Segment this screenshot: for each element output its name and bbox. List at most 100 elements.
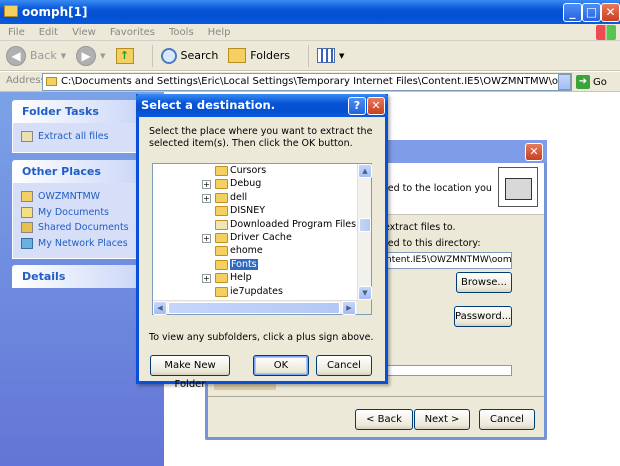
dialog-help-button[interactable]: ? [348,97,366,115]
tree-item-label: ie7updates [230,285,283,297]
ok-button[interactable]: OK [253,355,309,376]
scroll-left-button[interactable]: ◀ [153,301,167,315]
menu-favorites[interactable]: Favorites [110,27,155,38]
window-titlebar[interactable]: oomph[1] _ □ ✕ [0,0,620,24]
forward-arrow-icon: ▶ [76,45,97,66]
menu-file[interactable]: File [8,27,25,38]
documents-folder-icon [21,206,33,218]
browse-button[interactable]: Browse... [456,272,512,293]
expand-plus-icon[interactable]: + [202,193,211,203]
folder-tasks-title[interactable]: Folder Tasks [12,100,152,123]
place-network-link[interactable]: My Network Places [21,236,143,252]
tree-vertical-scrollbar[interactable]: ▲ ▼ [357,164,372,300]
folder-icon [215,219,228,230]
folder-tasks-panel: Folder Tasks Extract all files [12,100,152,153]
place-my-documents-link[interactable]: My Documents [21,205,143,221]
tree-item[interactable]: + Help [153,272,358,285]
wizard-path-input[interactable]: ntent.IE5\OWZMNTMW\oomph[1] [384,252,512,269]
tree-item[interactable]: + dell [153,192,358,205]
folder-icon [21,191,33,203]
place-owzmntmw-link[interactable]: OWZMNTMW [21,189,143,205]
details-title[interactable]: Details [12,265,152,288]
dialog-cancel-button[interactable]: Cancel [316,355,372,376]
folder-icon [215,179,228,190]
tree-item-label: DISNEY [230,205,266,217]
folder-tree[interactable]: Cursors + Debug + dell DISNEY Downloaded Progr… [152,163,372,315]
expand-plus-icon[interactable]: + [202,180,211,190]
extract-all-link[interactable]: Extract all files [21,129,143,145]
scrollbar-corner [357,300,371,314]
menu-help[interactable]: Help [208,27,231,38]
address-bar: Address C:\Documents and Settings\Eric\L… [0,72,620,92]
tree-item[interactable]: Cursors [153,165,358,178]
tree-item[interactable]: DISNEY [153,205,358,218]
folder-icon [215,246,228,257]
minimize-button[interactable]: _ [563,3,582,22]
search-label: Search [180,49,219,62]
views-icon [317,48,336,63]
tree-item-label: Driver Cache [230,232,292,243]
tree-item-label: dell [230,191,248,203]
toolbar: ◀ Back ▼ ▶ ▼ ↑ Search Folders ▼ [0,41,620,71]
tree-item[interactable]: + Driver Cache [153,232,358,245]
toolbar-separator [308,44,310,67]
go-button[interactable]: ➜ Go [576,74,616,90]
back-button[interactable]: ◀ Back ▼ [6,43,66,69]
views-button[interactable]: ▼ [317,43,344,69]
zip-folder-icon [498,167,538,207]
dialog-instruction: Select the place where you want to extra… [149,126,373,149]
other-places-title[interactable]: Other Places [12,160,152,183]
window-title: oomph[1] [22,5,88,19]
scroll-up-button[interactable]: ▲ [358,164,372,178]
make-new-folder-button[interactable]: Make New Folder [150,355,230,390]
windows-logo-icon [596,25,616,40]
scroll-down-button[interactable]: ▼ [358,286,372,300]
expand-plus-icon[interactable]: + [202,234,211,243]
maximize-button[interactable]: □ [582,3,601,22]
tree-item[interactable]: Downloaded Program Files [153,219,358,232]
wizard-header-text: ted to the location you [384,183,492,194]
folder-icon [215,206,228,217]
address-input[interactable]: C:\Documents and Settings\Eric\Local Set… [42,73,572,91]
menu-tools[interactable]: Tools [169,27,194,38]
close-button[interactable]: ✕ [601,3,620,22]
scroll-right-button[interactable]: ▶ [342,301,356,315]
tree-item-label: Help [230,272,252,284]
wizard-next-button[interactable]: Next > [414,409,470,430]
menu-view[interactable]: View [72,27,96,38]
tree-item-label: Cursors [230,165,267,176]
folder-icon [215,273,228,284]
address-dropdown-button[interactable] [558,74,571,90]
place-shared-documents-link[interactable]: Shared Documents [21,220,143,236]
dialog-hint: To view any subfolders, click a plus sig… [149,332,374,343]
up-button[interactable]: ↑ [115,43,134,69]
folder-icon [215,166,228,176]
up-folder-icon: ↑ [115,47,134,64]
password-button[interactable]: Password... [454,306,512,327]
extract-all-label: Extract all files [38,131,109,143]
menu-edit[interactable]: Edit [39,27,58,38]
wizard-close-button[interactable]: ✕ [525,143,543,161]
chevron-down-icon: ▼ [100,51,106,60]
search-button[interactable]: Search [160,43,219,69]
folders-icon [228,48,247,63]
network-places-icon [21,237,33,249]
wizard-back-button[interactable]: < Back [355,409,413,430]
forward-button[interactable]: ▶ ▼ [76,43,106,69]
toolbar-separator [151,44,153,67]
tree-horizontal-scrollbar[interactable]: ◀ ▶ [153,300,357,315]
place-label: OWZMNTMW [38,191,101,203]
scroll-thumb[interactable] [359,218,371,232]
scroll-thumb[interactable] [168,302,340,314]
place-label: Shared Documents [38,222,129,234]
folders-button[interactable]: Folders [228,43,290,69]
tree-item[interactable]: ehome [153,245,358,258]
tree-item[interactable]: ie7updates [153,286,358,299]
wizard-cancel-button[interactable]: Cancel [479,409,535,430]
tree-item[interactable]: + Debug [153,178,358,191]
dialog-close-button[interactable]: ✕ [367,97,385,115]
tree-item[interactable]: Fonts [153,258,358,272]
expand-plus-icon[interactable]: + [202,274,211,284]
folder-icon [215,192,228,203]
go-label: Go [593,76,607,88]
